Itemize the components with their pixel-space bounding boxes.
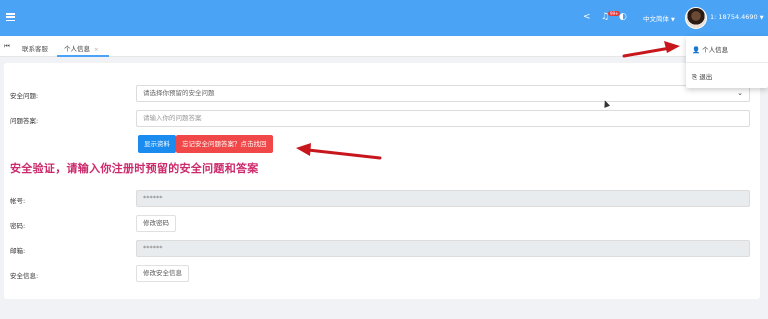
- annotation-arrows: [296, 41, 680, 160]
- arrow-to-forgot-button: [296, 143, 382, 160]
- arrow-to-personal-info: [622, 41, 680, 58]
